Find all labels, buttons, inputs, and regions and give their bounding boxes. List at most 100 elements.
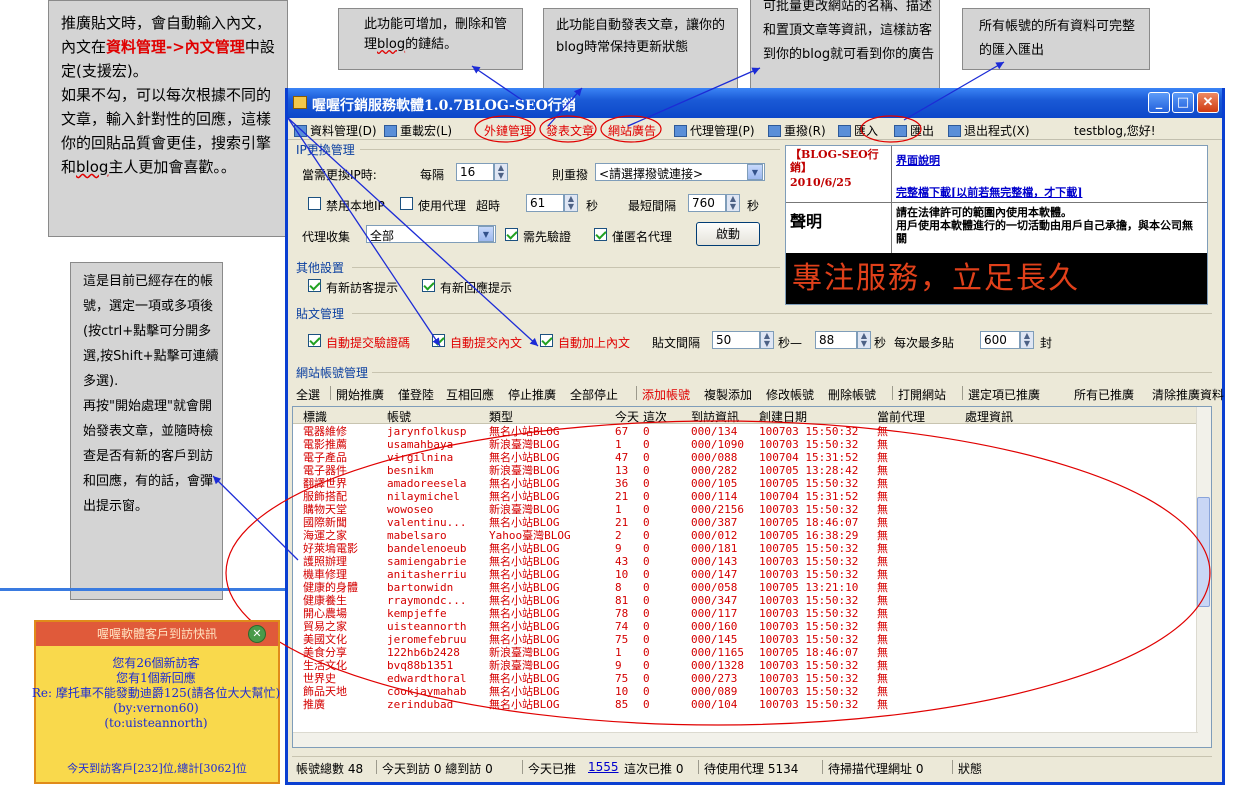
proxy-collect-select[interactable]: 全部 xyxy=(366,225,496,243)
table-row[interactable]: 電器維修 jarynfolkusp 無名小站BLOG 67 0 000/134 100703… xyxy=(293,425,1198,438)
menu-proxy-management[interactable]: 代理管理(P) xyxy=(674,122,755,139)
new-visitor-checkbox[interactable] xyxy=(308,279,321,292)
menu-export[interactable]: 匯出 xyxy=(894,122,934,139)
every-spinner[interactable]: ▲ ▼ xyxy=(494,163,508,181)
title-bar[interactable]: 喔喔行銷服務軟體1.0.7BLOG-SEO行銷 _ □ ✕ xyxy=(288,88,1222,118)
cell-this: 0 xyxy=(643,581,650,594)
stop-all-button[interactable]: 全部停止 xyxy=(570,386,618,403)
close-button[interactable]: ✕ xyxy=(1197,92,1219,113)
mutual-reply-button[interactable]: 互相回應 xyxy=(446,386,494,403)
table-row[interactable]: 健康養生 rraymondc... 無名小站BLOG 81 0 000/347 100703… xyxy=(293,594,1198,607)
maximize-button[interactable]: □ xyxy=(1172,92,1194,113)
interval-from-spinner[interactable]: ▲ ▼ xyxy=(760,331,774,349)
table-row[interactable]: 電子器件 besnikm 新浪臺灣BLOG 13 0 000/282 100705 13:2… xyxy=(293,464,1198,477)
popup-close-icon[interactable]: ✕ xyxy=(248,625,266,643)
start-promote-button[interactable]: 開始推廣 xyxy=(336,386,384,403)
table-row[interactable]: 生活文化 bvq88b1351 新浪臺灣BLOG 9 0 000/1328 100703 1… xyxy=(293,659,1198,672)
visitor-popup[interactable]: 喔喔軟體客戶到訪快訊 ✕ 您有26個新訪客 您有1個新回應 Re: 摩托車不能發… xyxy=(32,620,280,784)
auto-add-checkbox[interactable] xyxy=(540,334,553,347)
copy-add-button[interactable]: 複製添加 xyxy=(704,386,752,403)
stop-promote-button[interactable]: 停止推廣 xyxy=(508,386,556,403)
col-visit[interactable]: 到訪資訊 xyxy=(691,408,739,425)
horizontal-scrollbar[interactable] xyxy=(293,732,1198,747)
menu-data-management[interactable]: 資料管理(D) xyxy=(294,122,377,139)
login-only-button[interactable]: 僅登陸 xyxy=(398,386,434,403)
col-today[interactable]: 今天 xyxy=(615,408,639,425)
no-local-ip-checkbox[interactable] xyxy=(308,197,321,210)
table-row[interactable]: 美食分享 122hb6b2428 新浪臺灣BLOG 1 0 000/1165 100705 … xyxy=(293,646,1198,659)
add-account-button[interactable]: 添加帳號 xyxy=(642,386,690,403)
table-row[interactable]: 國際新聞 valentinu... 無名小站BLOG 21 0 000/387 100705… xyxy=(293,516,1198,529)
col-id[interactable]: 標識 xyxy=(303,408,327,425)
status-today-pushed-value[interactable]: 1555 xyxy=(588,760,619,774)
col-process[interactable]: 處理資訊 xyxy=(965,408,1013,425)
new-reply-checkbox[interactable] xyxy=(422,279,435,292)
redial-select[interactable]: <請選擇撥號連接> xyxy=(595,163,765,181)
cell-created: 100703 15:50:32 xyxy=(759,607,859,620)
min-interval-spinner[interactable]: ▲ ▼ xyxy=(726,194,740,212)
table-row[interactable]: 翻譯世界 amadoreesela 無名小站BLOG 36 0 000/105 100705… xyxy=(293,477,1198,490)
table-row[interactable]: 機車修理 anitasherriu 無名小站BLOG 10 0 000/147 100703… xyxy=(293,568,1198,581)
interval-to-input[interactable]: 88 xyxy=(815,331,857,349)
table-row[interactable]: 世界史 edwardthoral 無名小站BLOG 75 0 000/273 100703 … xyxy=(293,672,1198,685)
vertical-scrollbar[interactable] xyxy=(1196,407,1211,747)
open-site-button[interactable]: 打開網站 xyxy=(898,386,946,403)
minimize-button[interactable]: _ xyxy=(1148,92,1170,113)
max-per-input[interactable]: 600 xyxy=(980,331,1020,349)
menu-external-links[interactable]: 外鏈管理 xyxy=(484,122,532,139)
col-created[interactable]: 創建日期 xyxy=(759,408,807,425)
interval-from-input[interactable]: 50 xyxy=(712,331,760,349)
col-account[interactable]: 帳號 xyxy=(387,408,411,425)
delete-account-button[interactable]: 刪除帳號 xyxy=(828,386,876,403)
table-row[interactable]: 貿易之家 uisteannorth 無名小站BLOG 74 0 000/160 100703… xyxy=(293,620,1198,633)
table-row[interactable]: 美國文化 jeromefebruu 無名小站BLOG 75 0 000/145 100703… xyxy=(293,633,1198,646)
menu-exit[interactable]: 退出程式(X) xyxy=(948,122,1030,139)
table-row[interactable]: 好萊塢電影 bandelenoeub 無名小站BLOG 9 0 000/181 100705… xyxy=(293,542,1198,555)
need-verify-checkbox[interactable] xyxy=(505,228,518,241)
help-link[interactable]: 界面說明 xyxy=(896,152,940,168)
table-row[interactable]: 護照辦理 samiengabrie 無名小站BLOG 43 0 000/143 100703… xyxy=(293,555,1198,568)
edit-account-button[interactable]: 修改帳號 xyxy=(766,386,814,403)
max-per-spinner[interactable]: ▲ ▼ xyxy=(1020,331,1034,349)
download-link[interactable]: 完整檔下載[以前若無完整檔，才下載] xyxy=(896,184,1082,200)
greeting: testblog,您好! xyxy=(1074,124,1156,138)
timeout-input[interactable]: 61 xyxy=(526,194,564,212)
table-row[interactable]: 推廣 zerindubad 無名小站BLOG 85 0 000/104 100703 15:… xyxy=(293,698,1198,711)
table-row[interactable]: 服飾搭配 nilaymichel 無名小站BLOG 21 0 000/114 100704 … xyxy=(293,490,1198,503)
auto-captcha-checkbox[interactable] xyxy=(308,334,321,347)
selected-promoted-button[interactable]: 選定項已推廣 xyxy=(968,386,1040,403)
proxy-collect-dropdown-icon[interactable]: ▼ xyxy=(478,226,494,242)
auto-content-checkbox[interactable] xyxy=(432,334,445,347)
table-row[interactable]: 購物天堂 wowoseo 新浪臺灣BLOG 1 0 000/2156 100703 15:5… xyxy=(293,503,1198,516)
use-proxy-checkbox[interactable] xyxy=(400,197,413,210)
cell-created: 100703 15:50:32 xyxy=(759,633,859,646)
min-interval-input[interactable]: 760 xyxy=(688,194,726,212)
table-row[interactable]: 健康的身體 bartonwidn 無名小站BLOG 8 0 000/058 100705 1… xyxy=(293,581,1198,594)
clear-promote-button[interactable]: 清除推廣資料 xyxy=(1152,386,1224,403)
col-type[interactable]: 類型 xyxy=(489,408,513,425)
menu-reload-macro[interactable]: 重載宏(L) xyxy=(384,122,452,139)
table-row[interactable]: 電影推薦 usamahbaya 新浪臺灣BLOG 1 0 000/1090 100703 1… xyxy=(293,438,1198,451)
start-button[interactable]: 啟動 xyxy=(696,222,760,246)
anon-only-checkbox[interactable] xyxy=(594,228,607,241)
table-row[interactable]: 開心農場 kempjeffe 無名小站BLOG 78 0 000/117 100703 15… xyxy=(293,607,1198,620)
every-input[interactable]: 16 xyxy=(456,163,494,181)
menu-import[interactable]: 匯入 xyxy=(838,122,878,139)
menu-post-articles[interactable]: 發表文章 xyxy=(546,122,594,139)
scroll-thumb[interactable] xyxy=(1197,497,1210,607)
cell-this: 0 xyxy=(643,477,650,490)
menu-redial[interactable]: 重撥(R) xyxy=(768,122,826,139)
col-proxy[interactable]: 當前代理 xyxy=(877,408,925,425)
account-table[interactable]: 標識 帳號 類型 今天 這次 到訪資訊 創建日期 當前代理 處理資訊 電器維修 j… xyxy=(292,406,1212,748)
cell-id: 好萊塢電影 xyxy=(303,542,358,555)
table-row[interactable]: 電子產品 virgilnina 無名小站BLOG 47 0 000/088 100704 1… xyxy=(293,451,1198,464)
table-row[interactable]: 飾品天地 cookjaymahab 無名小站BLOG 10 0 000/089 100703… xyxy=(293,685,1198,698)
interval-to-spinner[interactable]: ▲ ▼ xyxy=(857,331,871,349)
table-row[interactable]: 海運之家 mabelsaro Yahoo臺灣BLOG 2 0 000/012 100705 … xyxy=(293,529,1198,542)
redial-dropdown-icon[interactable]: ▼ xyxy=(747,164,763,180)
select-all-button[interactable]: 全選 xyxy=(296,386,320,403)
all-promoted-button[interactable]: 所有已推廣 xyxy=(1074,386,1134,403)
timeout-spinner[interactable]: ▲ ▼ xyxy=(564,194,578,212)
menu-site-ads[interactable]: 網站廣告 xyxy=(608,122,656,139)
col-this[interactable]: 這次 xyxy=(643,408,667,425)
